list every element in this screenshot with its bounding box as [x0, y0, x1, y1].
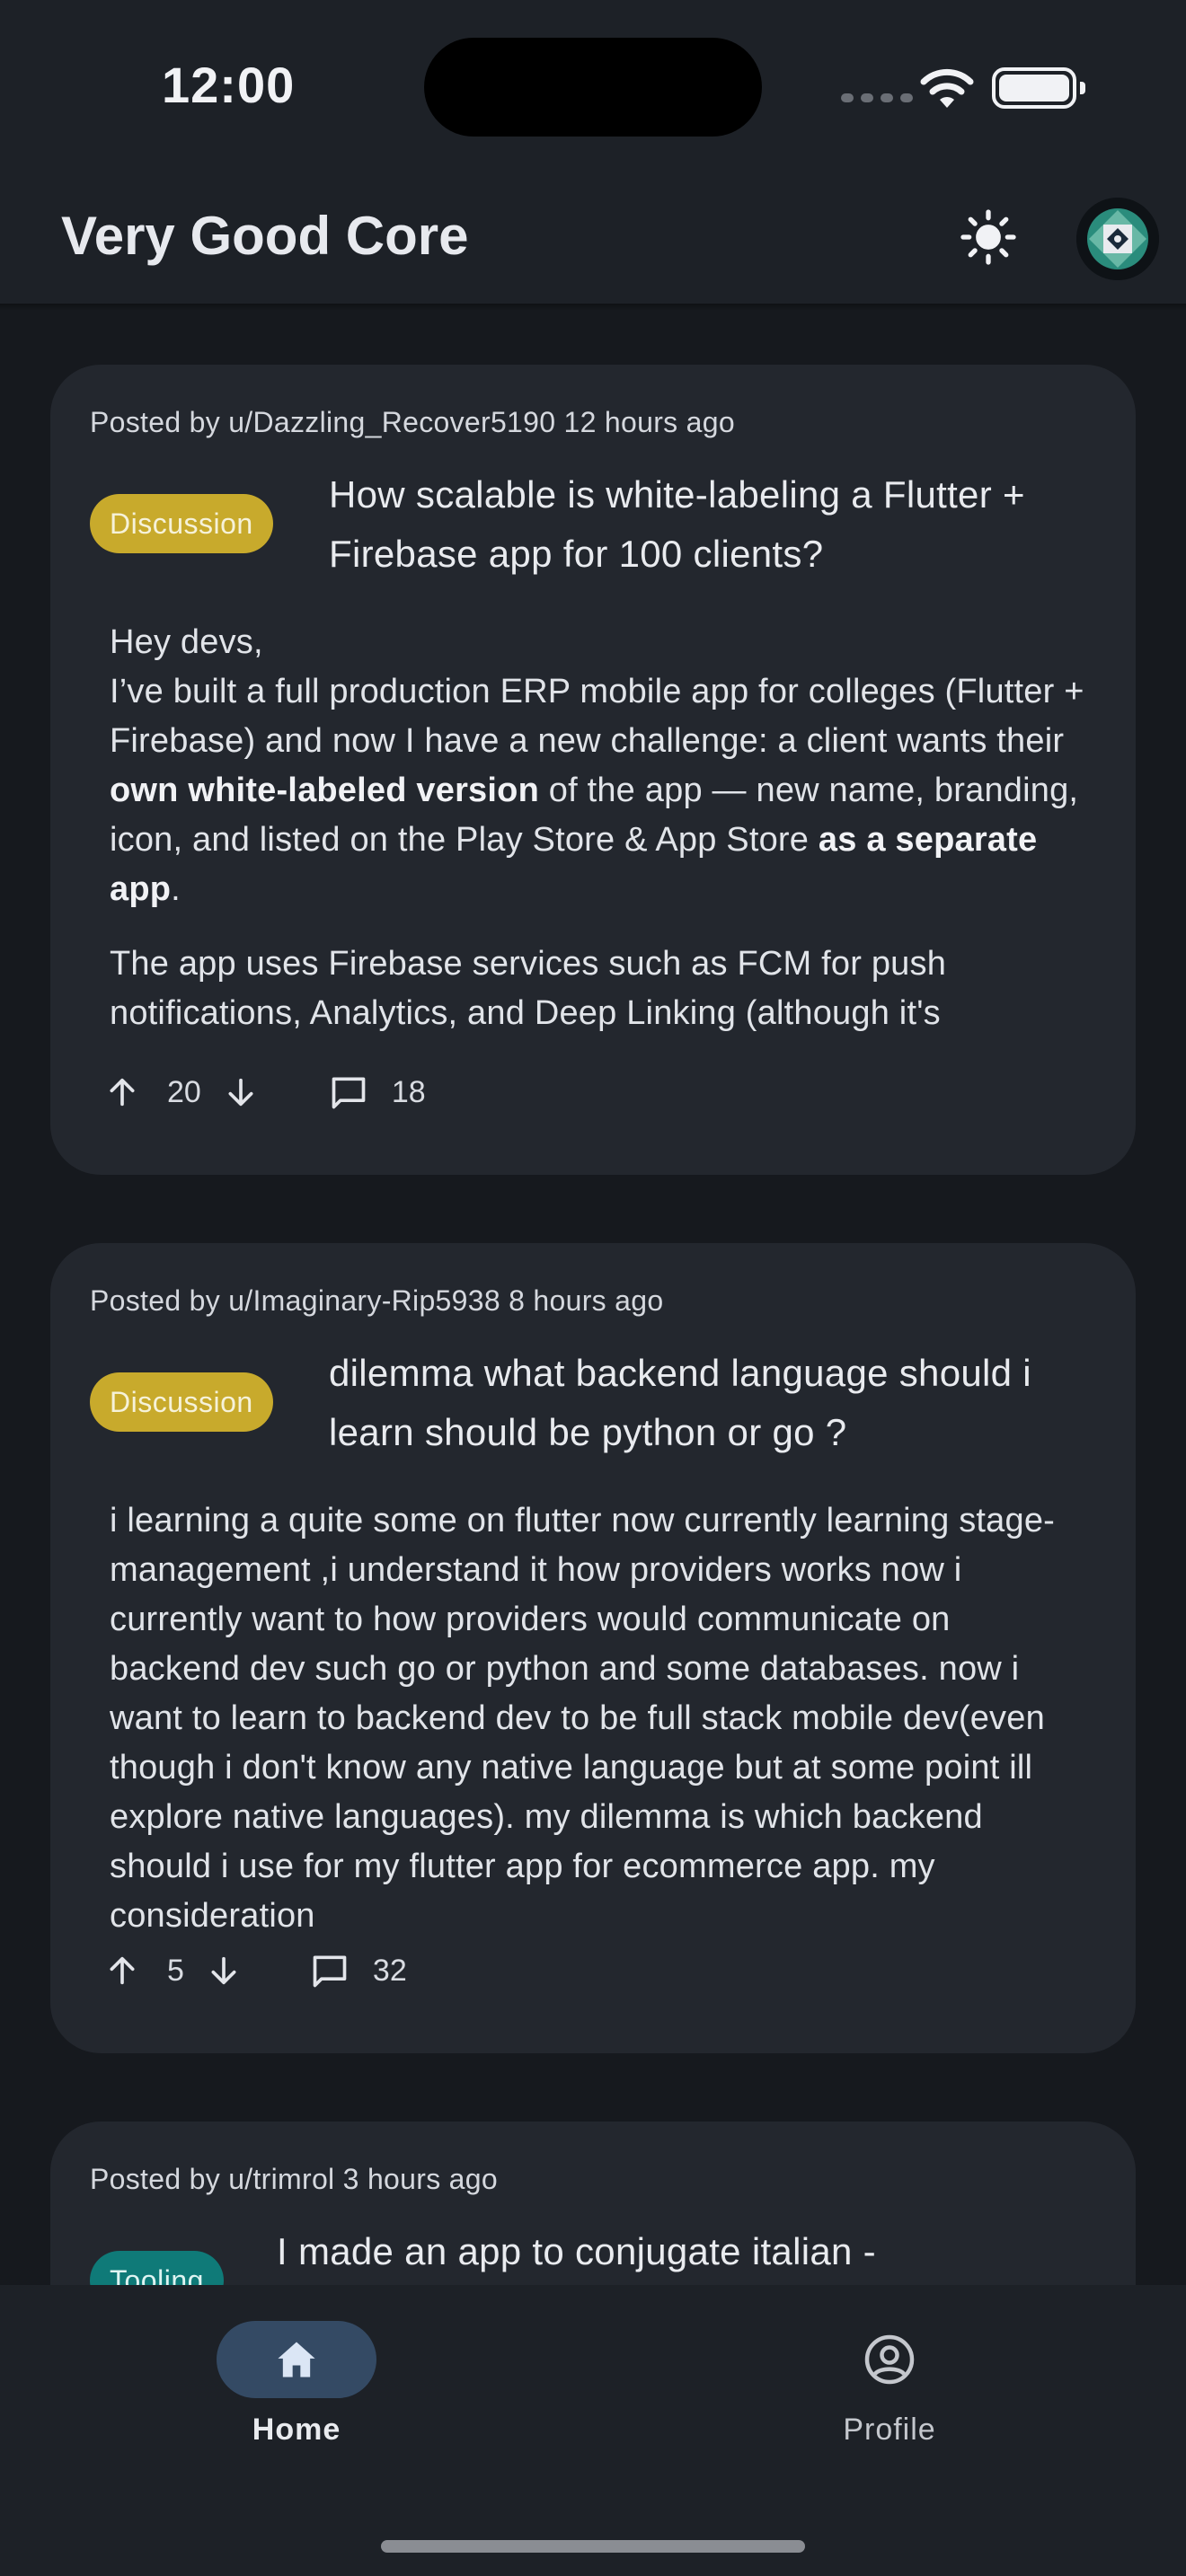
nav-indicator: [217, 2321, 376, 2398]
home-icon: [278, 2342, 315, 2378]
status-time: 12:00: [162, 57, 296, 113]
arrow-up-icon[interactable]: [101, 1949, 144, 1992]
nav-item-profile[interactable]: Profile: [728, 2321, 1051, 2448]
upvote-count: 5: [167, 1953, 184, 1988]
dynamic-island: [424, 38, 762, 137]
post-title[interactable]: dilemma what backend language should i l…: [329, 1344, 1120, 1462]
screen: Posted by u/Dazzling_Recover5190 12 hour…: [0, 0, 1186, 2576]
nav-label-profile: Profile: [843, 2413, 936, 2447]
post-body-continued: The app uses Firebase services such as F…: [110, 940, 1089, 1040]
theme-toggle-button[interactable]: [954, 203, 1022, 271]
cellular-signal-icon: [841, 93, 913, 102]
arrow-up-icon[interactable]: [101, 1071, 144, 1114]
avatar[interactable]: [1076, 198, 1159, 280]
post-actions: 20 18: [101, 1065, 426, 1119]
post-body-text: Hey devs,: [110, 623, 263, 661]
post-meta: Posted by u/trimrol 3 hours ago: [90, 2163, 498, 2195]
post-card[interactable]: Posted by u/Imaginary-Rip5938 8 hours ag…: [50, 1243, 1136, 2053]
profile-icon: [864, 2334, 915, 2385]
wifi-icon: [920, 68, 974, 108]
post-body-bold: own white-labeled version: [110, 772, 539, 809]
avatar-pattern-icon: [1076, 198, 1159, 280]
app-bar-shadow: [0, 304, 1186, 311]
app-bar: 12:00 Very Good Core: [0, 0, 1186, 304]
sun-icon: [960, 209, 1016, 265]
comment-icon[interactable]: [327, 1071, 370, 1114]
post-body-text: The app uses Firebase services such as F…: [110, 945, 947, 1032]
post-card[interactable]: Posted by u/Dazzling_Recover5190 12 hour…: [50, 365, 1136, 1175]
post-body-text: i learning a quite some on flutter now c…: [110, 1502, 1056, 1935]
post-body-text: .: [171, 870, 181, 908]
bottom-navigation-bar: Home Profile: [0, 2285, 1186, 2576]
arrow-down-icon[interactable]: [202, 1949, 245, 1992]
nav-indicator: [810, 2321, 969, 2398]
nav-item-home[interactable]: Home: [135, 2321, 458, 2448]
home-indicator[interactable]: [381, 2540, 805, 2553]
battery-icon: [992, 67, 1085, 109]
flair-badge: Discussion: [90, 494, 273, 553]
arrow-down-icon[interactable]: [219, 1071, 262, 1114]
upvote-count: 20: [167, 1074, 201, 1109]
app-title: Very Good Core: [61, 206, 469, 266]
comment-icon[interactable]: [308, 1949, 351, 1992]
post-title[interactable]: How scalable is white-labeling a Flutter…: [329, 465, 1111, 584]
nav-label-home: Home: [252, 2413, 341, 2447]
post-title[interactable]: I made an app to conjugate italian -: [277, 2222, 1103, 2281]
post-meta: Posted by u/Dazzling_Recover5190 12 hour…: [90, 406, 735, 438]
post-body-text: I’ve built a full production ERP mobile …: [110, 673, 1084, 760]
post-meta: Posted by u/Imaginary-Rip5938 8 hours ag…: [90, 1284, 664, 1317]
flair-badge: Discussion: [90, 1372, 273, 1432]
post-body: i learning a quite some on flutter now c…: [110, 1496, 1089, 1935]
comment-count: 18: [391, 1074, 426, 1109]
post-actions: 5 32: [101, 1944, 407, 1998]
comment-count: 32: [372, 1953, 407, 1988]
